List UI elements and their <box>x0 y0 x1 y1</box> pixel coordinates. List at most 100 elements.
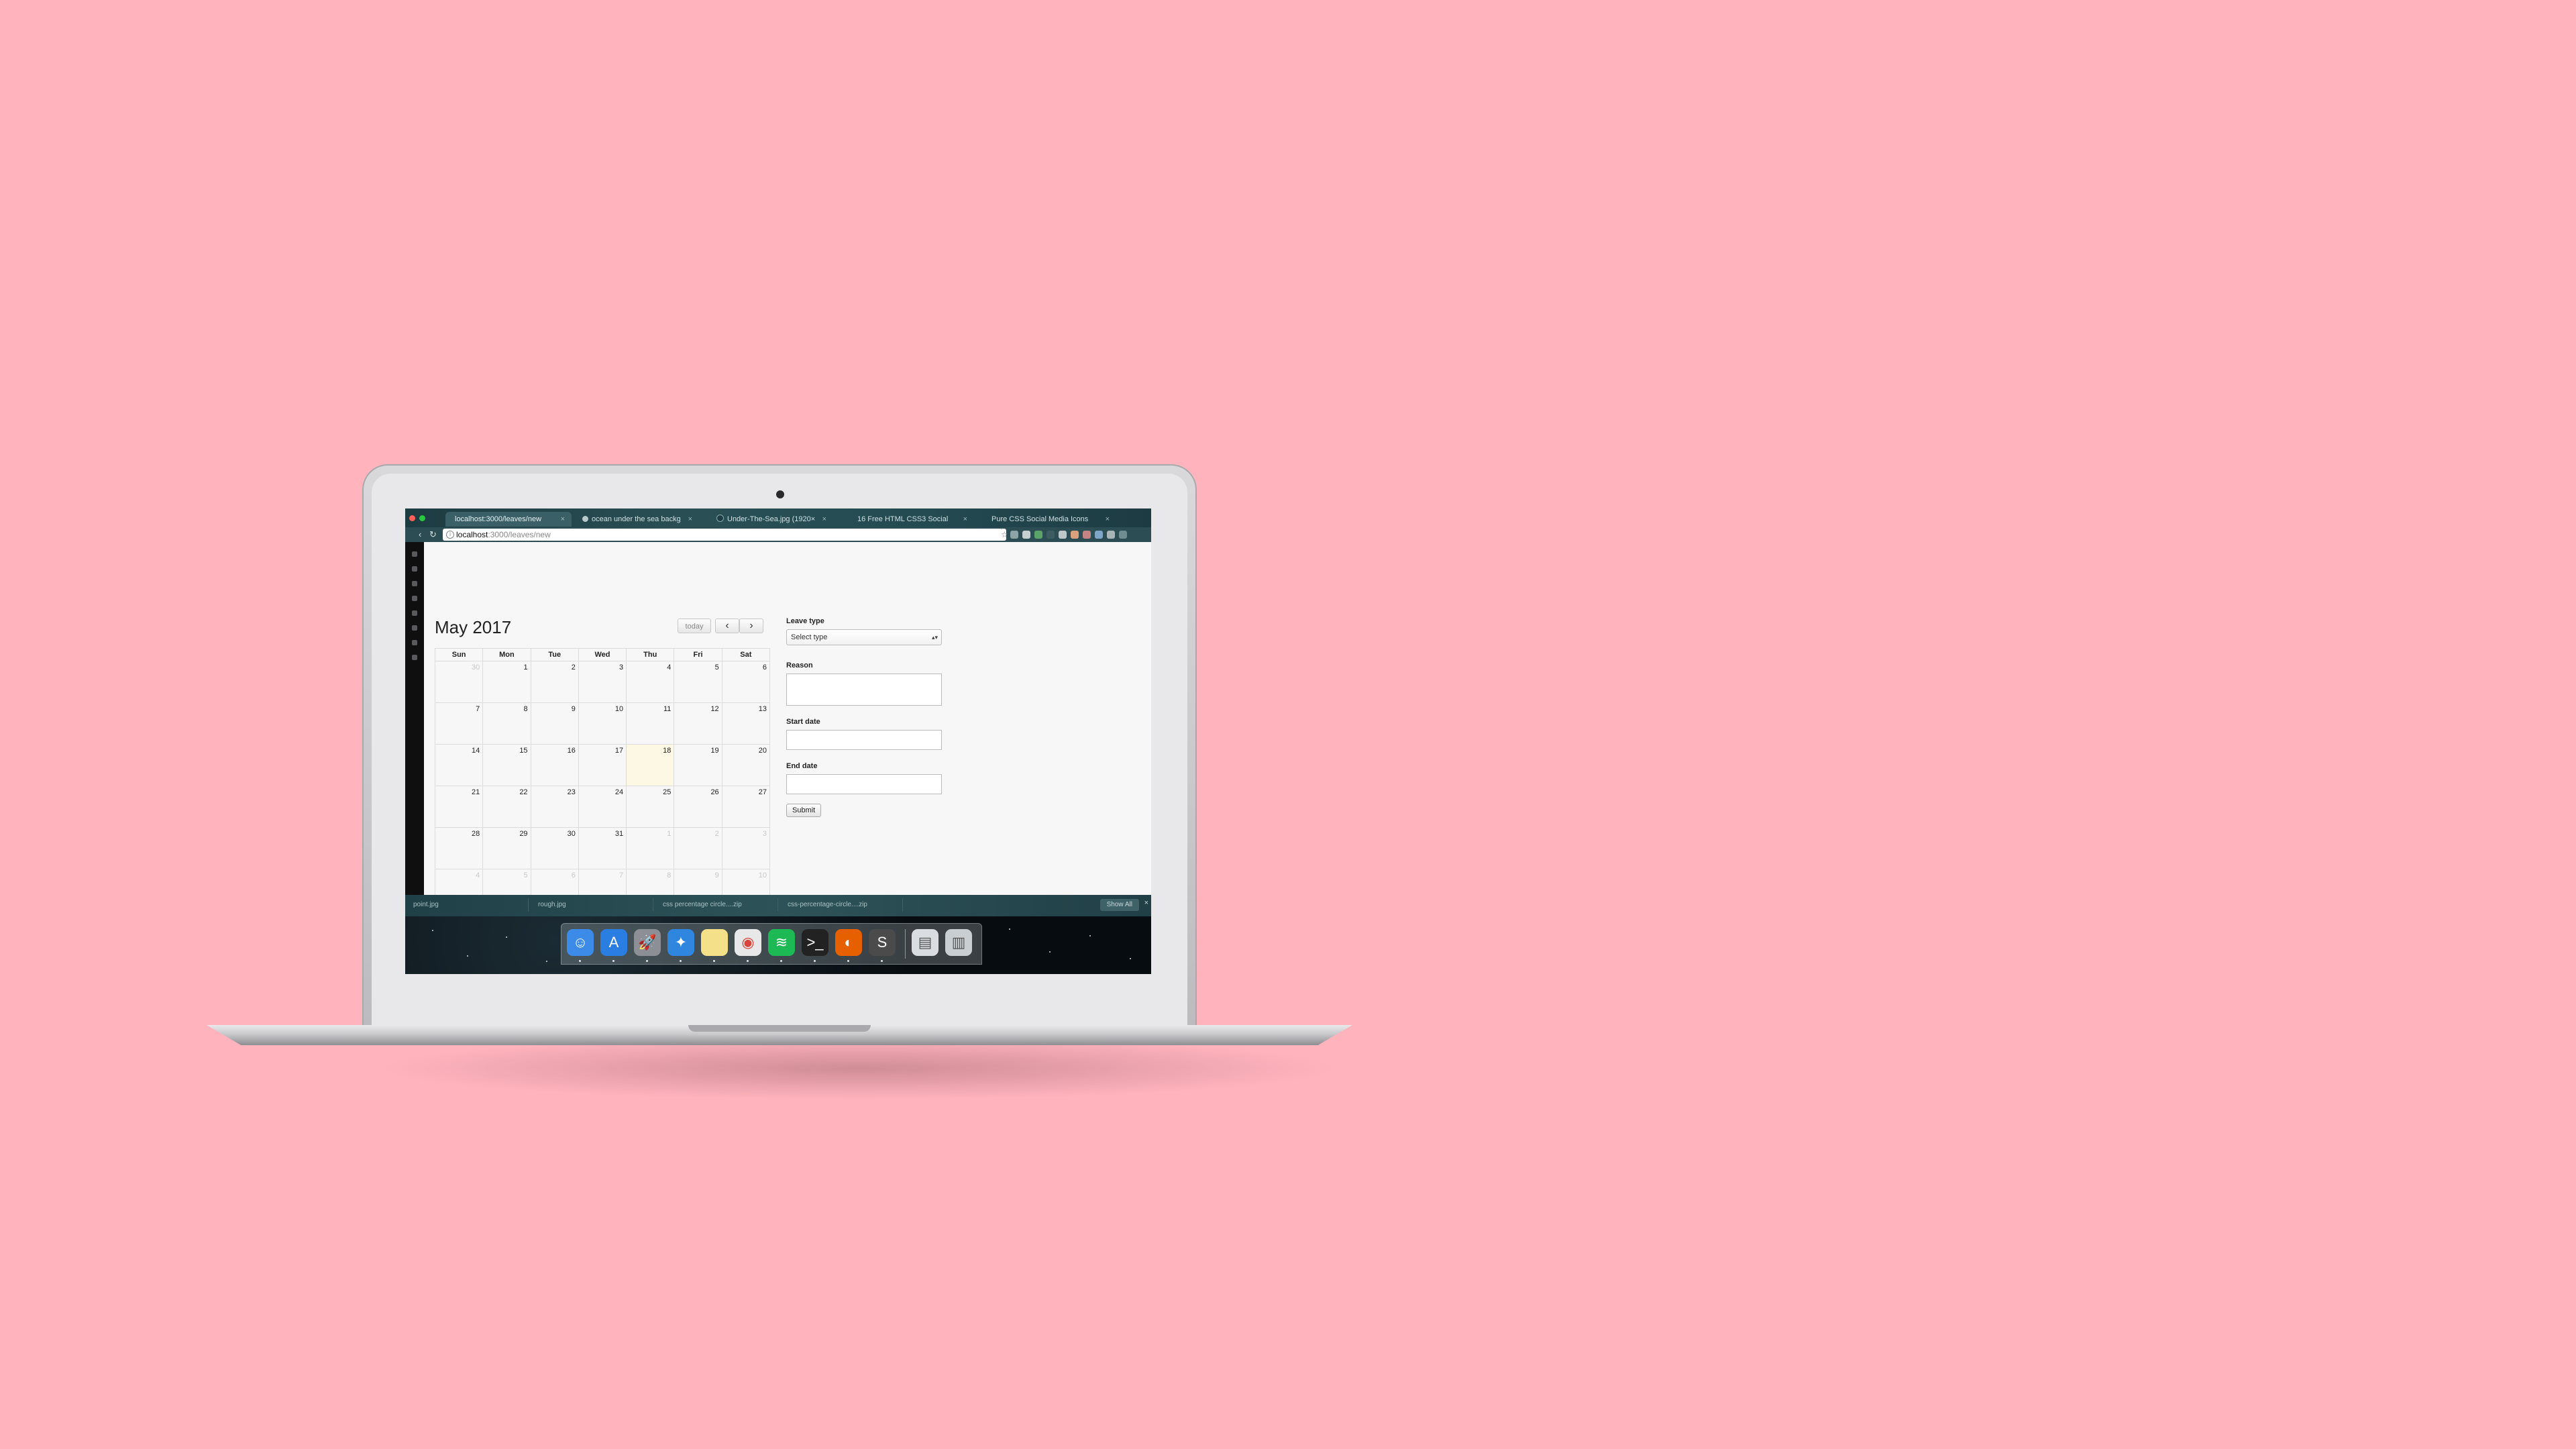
browser-tab[interactable]: Pure CSS Social Media Icons × <box>982 512 1116 527</box>
terminal-icon[interactable]: >_ <box>802 929 828 956</box>
extension-icon[interactable] <box>1071 531 1079 539</box>
calendar-day[interactable]: 5 <box>674 661 722 703</box>
reason-textarea[interactable] <box>786 674 942 706</box>
extension-icon[interactable] <box>1034 531 1042 539</box>
calendar-day[interactable]: 28 <box>434 827 484 869</box>
calendar-day[interactable]: 4 <box>626 661 675 703</box>
calendar-day-today[interactable]: 18 <box>626 744 675 786</box>
calendar-day[interactable]: 21 <box>434 786 484 828</box>
dock-separator <box>905 929 906 959</box>
sidebar-icon[interactable] <box>412 551 417 557</box>
menu-icon[interactable] <box>1119 531 1127 539</box>
leave-type-select[interactable]: Select type ▴▾ <box>786 629 942 645</box>
calendar-day[interactable]: 30 <box>434 661 484 703</box>
today-button[interactable]: today <box>678 619 711 633</box>
extension-icon[interactable] <box>1095 531 1103 539</box>
extension-icon[interactable] <box>1107 531 1115 539</box>
calendar-day[interactable]: 3 <box>721 827 771 869</box>
browser-toolbar: ‹ ↻ i localhost:3000/leaves/new ☆ <box>405 527 1151 542</box>
calendar-day[interactable]: 13 <box>721 702 771 745</box>
calendar-day[interactable]: 22 <box>482 786 531 828</box>
close-tab-icon[interactable]: × <box>561 512 565 527</box>
extension-icon[interactable] <box>1022 531 1030 539</box>
close-tab-icon[interactable]: × <box>822 512 826 527</box>
reload-icon[interactable]: ↻ <box>429 529 437 540</box>
sublime-text-icon[interactable]: S <box>869 929 896 956</box>
finder-icon[interactable]: ☺ <box>567 929 594 956</box>
calendar-day[interactable]: 14 <box>434 744 484 786</box>
sidebar-icon[interactable] <box>412 625 417 631</box>
sidebar-icon[interactable] <box>412 596 417 601</box>
downloads-bar: point.jpg rough.jpg css percentage circl… <box>405 895 1151 916</box>
calendar-day[interactable]: 16 <box>530 744 579 786</box>
calendar-day[interactable]: 11 <box>626 702 675 745</box>
notes-icon[interactable] <box>701 929 728 956</box>
calendar-day[interactable]: 30 <box>530 827 579 869</box>
calendar-day[interactable]: 2 <box>530 661 579 703</box>
safari-icon[interactable]: ✦ <box>667 929 694 956</box>
prev-month-button[interactable]: ‹ <box>715 619 739 633</box>
calendar-day[interactable]: 20 <box>721 744 771 786</box>
close-tab-icon[interactable]: × <box>1106 512 1110 527</box>
show-all-downloads-button[interactable]: Show All <box>1099 899 1139 911</box>
weekday-label: Tue <box>530 648 579 661</box>
submit-button[interactable]: Submit <box>786 804 822 817</box>
close-downloads-icon[interactable]: × <box>1144 899 1148 907</box>
calendar-day[interactable]: 25 <box>626 786 675 828</box>
browser-tab[interactable]: Under-The-Sea.jpg (1920× × <box>707 512 833 527</box>
chrome-icon[interactable]: ◉ <box>735 929 761 956</box>
back-icon[interactable]: ‹ <box>419 529 421 539</box>
calendar-day[interactable]: 1 <box>626 827 675 869</box>
calendar-day[interactable]: 10 <box>578 702 627 745</box>
sidebar-icon[interactable] <box>412 566 417 572</box>
close-tab-icon[interactable]: × <box>963 512 967 527</box>
calendar-day[interactable]: 19 <box>674 744 722 786</box>
next-month-button[interactable]: › <box>739 619 763 633</box>
download-item[interactable]: rough.jpg <box>533 898 653 912</box>
close-tab-icon[interactable]: × <box>688 512 692 527</box>
extension-icon[interactable] <box>1010 531 1018 539</box>
end-date-input[interactable] <box>786 774 942 794</box>
trash-icon[interactable]: ▥ <box>945 929 972 956</box>
extension-icon[interactable] <box>1046 531 1055 539</box>
calendar-day[interactable]: 6 <box>721 661 771 703</box>
calendar-day[interactable]: 24 <box>578 786 627 828</box>
calendar-day[interactable]: 2 <box>674 827 722 869</box>
calendar-day[interactable]: 29 <box>482 827 531 869</box>
download-item[interactable]: css-percentage-circle....zip <box>782 898 903 912</box>
zoom-window-button[interactable] <box>419 515 425 521</box>
start-date-input[interactable] <box>786 730 942 750</box>
calendar-day[interactable]: 26 <box>674 786 722 828</box>
browser-tab[interactable]: 16 Free HTML CSS3 Social × <box>848 512 974 527</box>
calendar-day[interactable]: 3 <box>578 661 627 703</box>
extension-icon[interactable] <box>1083 531 1091 539</box>
bookmark-star-icon[interactable]: ☆ <box>1001 529 1008 539</box>
extension-icon[interactable] <box>1059 531 1067 539</box>
launchpad-icon[interactable]: 🚀 <box>634 929 661 956</box>
calendar-day[interactable]: 1 <box>482 661 531 703</box>
calendar-day[interactable]: 23 <box>530 786 579 828</box>
download-item[interactable]: point.jpg <box>408 898 529 912</box>
close-window-button[interactable] <box>409 515 415 521</box>
download-item[interactable]: css percentage circle....zip <box>657 898 778 912</box>
sidebar-icon[interactable] <box>412 655 417 660</box>
browser-tab[interactable]: ocean under the sea backg × <box>573 512 699 527</box>
address-bar[interactable]: i localhost:3000/leaves/new ☆ <box>443 529 1008 541</box>
sidebar-icon[interactable] <box>412 640 417 645</box>
calendar-day[interactable]: 15 <box>482 744 531 786</box>
sidebar-icon[interactable] <box>412 581 417 586</box>
calendar-day[interactable]: 31 <box>578 827 627 869</box>
calendar-day[interactable]: 17 <box>578 744 627 786</box>
spotify-icon[interactable]: ≋ <box>768 929 795 956</box>
info-icon[interactable]: i <box>446 531 454 539</box>
firefox-icon[interactable]: ◐ <box>835 929 862 956</box>
calendar-day[interactable]: 8 <box>482 702 531 745</box>
sidebar-icon[interactable] <box>412 610 417 616</box>
preview-icon[interactable]: ▤ <box>912 929 938 956</box>
browser-tab[interactable]: localhost:3000/leaves/new × <box>445 512 572 527</box>
calendar-day[interactable]: 7 <box>434 702 484 745</box>
calendar-day[interactable]: 9 <box>530 702 579 745</box>
app-store-icon[interactable]: A <box>600 929 627 956</box>
calendar-day[interactable]: 12 <box>674 702 722 745</box>
calendar-day[interactable]: 27 <box>721 786 771 828</box>
